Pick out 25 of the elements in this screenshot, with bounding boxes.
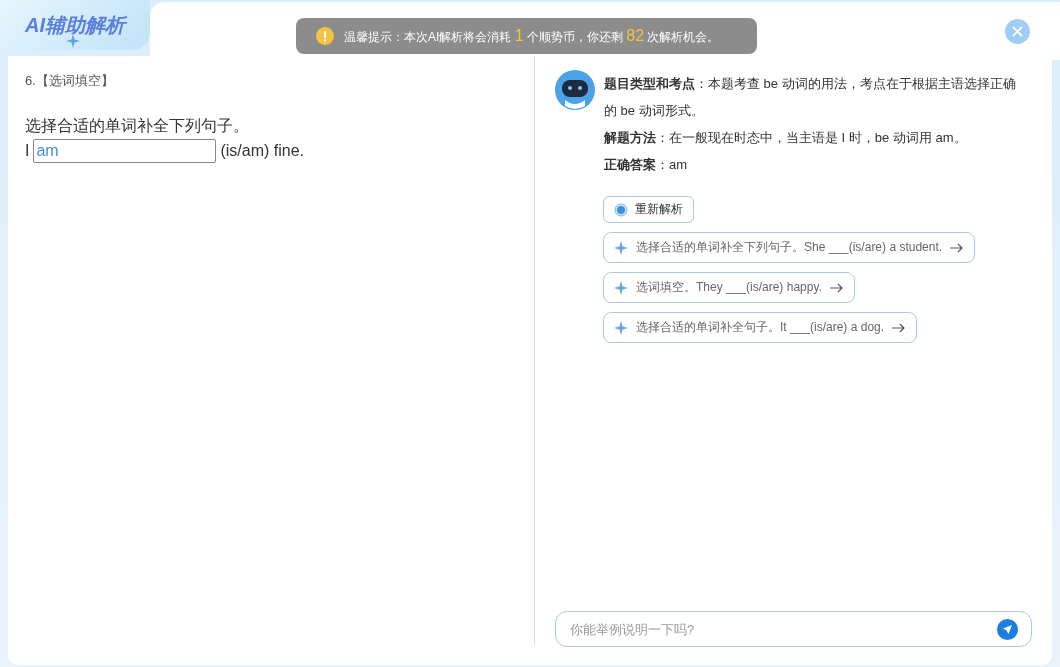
suggestion-button[interactable]: 选择合适的单词补全句子。It ___(is/are) a dog. bbox=[603, 312, 918, 343]
notice-text: 温馨提示：本次AI解析将会消耗 1 个顺势币，你还剩 82 次解析机会。 bbox=[344, 26, 720, 46]
close-icon bbox=[1012, 26, 1023, 37]
robot-avatar-icon bbox=[555, 70, 595, 110]
analysis-text: 正确答案：am bbox=[604, 156, 689, 174]
question-heading: 6.【选词填空】 bbox=[25, 72, 115, 90]
radio-dot-icon bbox=[614, 202, 628, 217]
paper-plane-icon bbox=[1002, 623, 1013, 635]
analysis-text: 题目类型和考点：本题考查 be 动词的用法，考点在于根据主语选择正确的 be 动词形式。 bbox=[604, 75, 1017, 120]
sparkle-icon bbox=[66, 34, 80, 48]
sparkle-icon bbox=[614, 280, 628, 295]
suggestion-button[interactable]: 选词填空。They ___(is/are) happy. bbox=[603, 272, 855, 303]
question-instruction: 选择合适的单词补全下列句子。 bbox=[25, 116, 250, 136]
analysis-text: 解题方法：在一般现在时态中，当主语是 I 时，be 动词用 am。 bbox=[604, 129, 968, 147]
arrow-right-icon bbox=[892, 322, 907, 333]
sparkle-icon bbox=[614, 320, 628, 335]
suggestion-button[interactable]: 选择合适的单词补全下列句子。She ___(is/are) a student. bbox=[603, 232, 976, 263]
arrow-right-icon bbox=[950, 242, 965, 253]
sentence-suffix: (is/am) fine. bbox=[220, 142, 305, 160]
reanalyze-button[interactable]: 重新解析 bbox=[603, 196, 694, 223]
arrow-right-icon bbox=[829, 282, 844, 293]
sparkle-icon bbox=[614, 240, 628, 255]
answer-box[interactable]: am bbox=[33, 139, 217, 163]
warning-icon bbox=[316, 27, 334, 45]
sentence-prefix: I bbox=[25, 142, 30, 160]
